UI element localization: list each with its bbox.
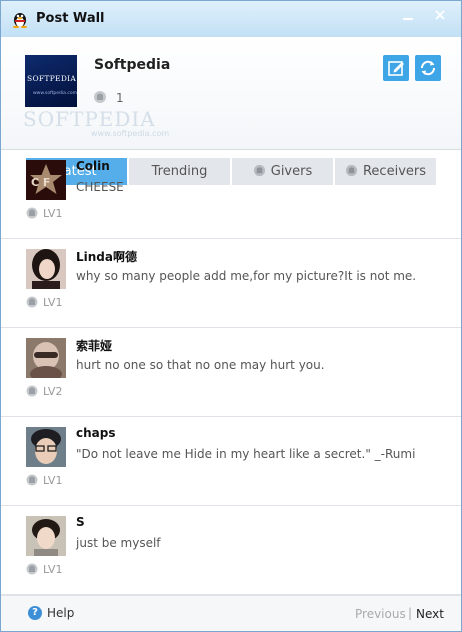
watermark-subtext: www.softpedia.com: [91, 129, 170, 138]
post-author-name[interactable]: Colin: [76, 159, 110, 173]
post-text: just be myself: [76, 536, 161, 550]
avatar-image: [26, 249, 66, 289]
window-title: Post Wall: [36, 11, 105, 26]
profile-name: Softpedia: [94, 57, 171, 73]
level-icon: [26, 563, 38, 575]
help-icon[interactable]: ?: [28, 606, 42, 620]
close-icon: [435, 10, 445, 20]
post-item: Linda啊德 why so many people add me,for my…: [1, 239, 461, 328]
refresh-button[interactable]: [415, 55, 441, 81]
post-feed: C F Colin CHEESE LV1 Linda啊德 why so many…: [1, 149, 461, 595]
post-level: LV1: [43, 296, 63, 309]
post-text: "Do not leave me Hide in my heart like a…: [76, 447, 416, 461]
svg-text:C F: C F: [31, 176, 50, 189]
profile-avatar[interactable]: SOFTPEDIA www.softpedia.com: [25, 55, 77, 107]
avatar-image: [26, 516, 66, 556]
level-icon: [26, 474, 38, 486]
post-wall-window: Post Wall SOFTPEDIA www.softpedia.com So…: [0, 0, 462, 632]
avatar-image: [26, 427, 66, 467]
post-item: C F Colin CHEESE LV1: [1, 150, 461, 239]
minimize-icon: [403, 18, 413, 20]
post-item: S just be myself LV1: [1, 506, 461, 595]
post-author-name[interactable]: S: [76, 515, 85, 529]
post-level: LV1: [43, 207, 63, 220]
avatar-image: [26, 338, 66, 378]
avatar[interactable]: [26, 516, 66, 556]
post-author-name[interactable]: Linda啊德: [76, 248, 137, 265]
post-author-name[interactable]: chaps: [76, 426, 116, 440]
footer-bar: ? Help Previous | Next: [1, 595, 461, 631]
post-level: LV1: [43, 563, 63, 576]
post-text: why so many people add me,for my picture…: [76, 269, 417, 283]
post-text: CHEESE: [76, 180, 124, 194]
post-item: chaps "Do not leave me Hide in my heart …: [1, 417, 461, 506]
refresh-icon: [420, 60, 436, 76]
profile-header: SOFTPEDIA www.softpedia.com Softpedia 1 …: [1, 37, 461, 185]
help-link[interactable]: Help: [47, 606, 74, 620]
avatar-logo-subtext: www.softpedia.com: [33, 91, 77, 96]
avatar-image: C F: [26, 160, 66, 200]
previous-page-link[interactable]: Previous: [355, 607, 406, 621]
post-item: 索菲娅 hurt no one so that no one may hurt …: [1, 328, 461, 417]
avatar[interactable]: C F: [26, 160, 66, 200]
avatar-logo-text: SOFTPEDIA: [27, 74, 77, 83]
post-level: LV1: [43, 474, 63, 487]
watermark: SOFTPEDIA: [23, 107, 156, 131]
avatar[interactable]: [26, 427, 66, 467]
penguin-icon: [13, 13, 27, 28]
level-icon: [26, 296, 38, 308]
avatar[interactable]: [26, 249, 66, 289]
next-page-link[interactable]: Next: [416, 607, 444, 621]
post-level: LV2: [43, 385, 63, 398]
post-text: hurt no one so that no one may hurt you.: [76, 358, 325, 372]
close-button[interactable]: [427, 7, 453, 25]
edit-icon: [388, 61, 404, 76]
title-bar: Post Wall: [1, 1, 461, 37]
profile-gift-count: 1: [116, 91, 124, 105]
level-icon: [26, 207, 38, 219]
edit-post-button[interactable]: [383, 55, 409, 81]
minimize-button[interactable]: [395, 7, 421, 25]
level-icon: [26, 385, 38, 397]
gift-icon: [94, 91, 106, 103]
pager-separator: |: [408, 606, 413, 620]
post-author-name[interactable]: 索菲娅: [76, 337, 112, 354]
avatar[interactable]: [26, 338, 66, 378]
